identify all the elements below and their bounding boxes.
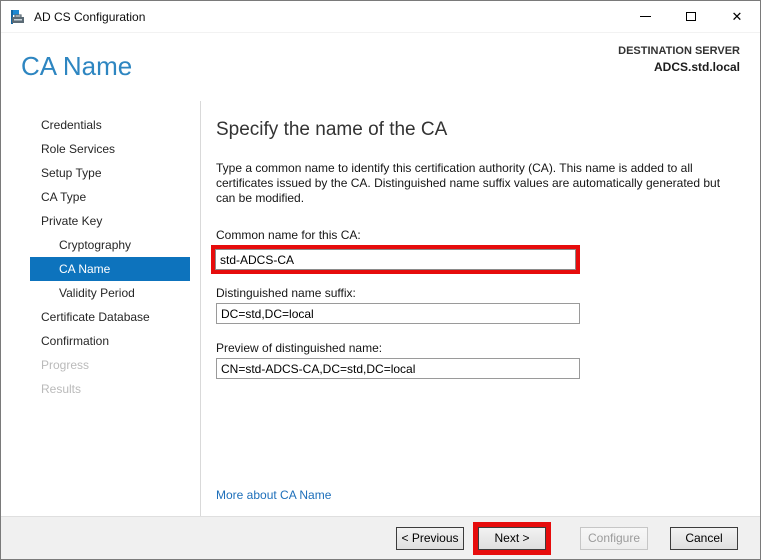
sidebar-item-private-key[interactable]: Private Key (1, 209, 200, 233)
next-button[interactable]: Next > (478, 526, 546, 550)
adcs-configuration-window: AD CS Configuration ✕ CA Name DESTINATIO… (0, 0, 761, 560)
page-heading: Specify the name of the CA (216, 119, 448, 140)
common-name-field: Common name for this CA: (211, 228, 740, 274)
close-icon[interactable]: ✕ (714, 1, 760, 32)
window-title: AD CS Configuration (34, 9, 146, 24)
sidebar-item-results: Results (41, 382, 82, 396)
sidebar-item-progress: Progress (41, 358, 90, 372)
cancel-button[interactable]: Cancel (670, 526, 738, 550)
sidebar-item-ca-name[interactable]: CA Name (30, 257, 190, 281)
sidebar-item-role-services[interactable]: Role Services (1, 137, 200, 161)
sidebar-item-confirmation[interactable]: Confirmation (1, 329, 200, 353)
title-bar: AD CS Configuration ✕ (1, 1, 760, 33)
distinguished-name-suffix-label: Distinguished name suffix: (216, 286, 356, 300)
common-name-label: Common name for this CA: (216, 228, 361, 242)
sidebar-item-certificate-database[interactable]: Certificate Database (1, 305, 200, 329)
annotation-box-next-button: Next > (473, 521, 551, 555)
common-name-input[interactable] (215, 249, 576, 270)
sidebar-item-credentials[interactable]: Credentials (1, 113, 200, 137)
page-description: Type a common name to identify this cert… (216, 161, 721, 205)
adcs-app-icon (11, 9, 24, 24)
minimize-icon[interactable] (622, 1, 668, 32)
configure-button: Configure (580, 526, 648, 550)
preview-distinguished-name-input[interactable] (216, 358, 580, 379)
sidebar-item-cryptography[interactable]: Cryptography (1, 233, 200, 257)
ca-name-page: Specify the name of the CA Type a common… (201, 101, 760, 516)
wizard-steps-sidebar: Credentials Role Services Setup Type CA … (1, 101, 201, 516)
distinguished-name-suffix-field: Distinguished name suffix: (216, 286, 740, 324)
destination-server-label: DESTINATION SERVER (618, 45, 740, 57)
previous-button[interactable]: < Previous (396, 526, 464, 550)
distinguished-name-suffix-input[interactable] (216, 303, 580, 324)
window-controls: ✕ (622, 1, 760, 32)
sidebar-item-validity-period[interactable]: Validity Period (1, 281, 200, 305)
preview-distinguished-name-field: Preview of distinguished name: (216, 341, 740, 379)
wizard-header: CA Name DESTINATION SERVER ADCS.std.loca… (1, 33, 760, 101)
more-about-ca-name-link[interactable]: More about CA Name (216, 488, 331, 502)
sidebar-item-ca-type[interactable]: CA Type (1, 185, 200, 209)
wizard-body: Credentials Role Services Setup Type CA … (1, 101, 760, 516)
page-title: CA Name (21, 51, 133, 81)
wizard-footer: < Previous Next > Configure Cancel (1, 516, 760, 559)
destination-server-block: DESTINATION SERVER ADCS.std.local (618, 33, 740, 101)
preview-distinguished-name-label: Preview of distinguished name: (216, 341, 383, 355)
maximize-icon[interactable] (668, 1, 714, 32)
sidebar-item-setup-type[interactable]: Setup Type (1, 161, 200, 185)
annotation-box-common-name (211, 245, 580, 274)
destination-server-name: ADCS.std.local (653, 60, 740, 74)
